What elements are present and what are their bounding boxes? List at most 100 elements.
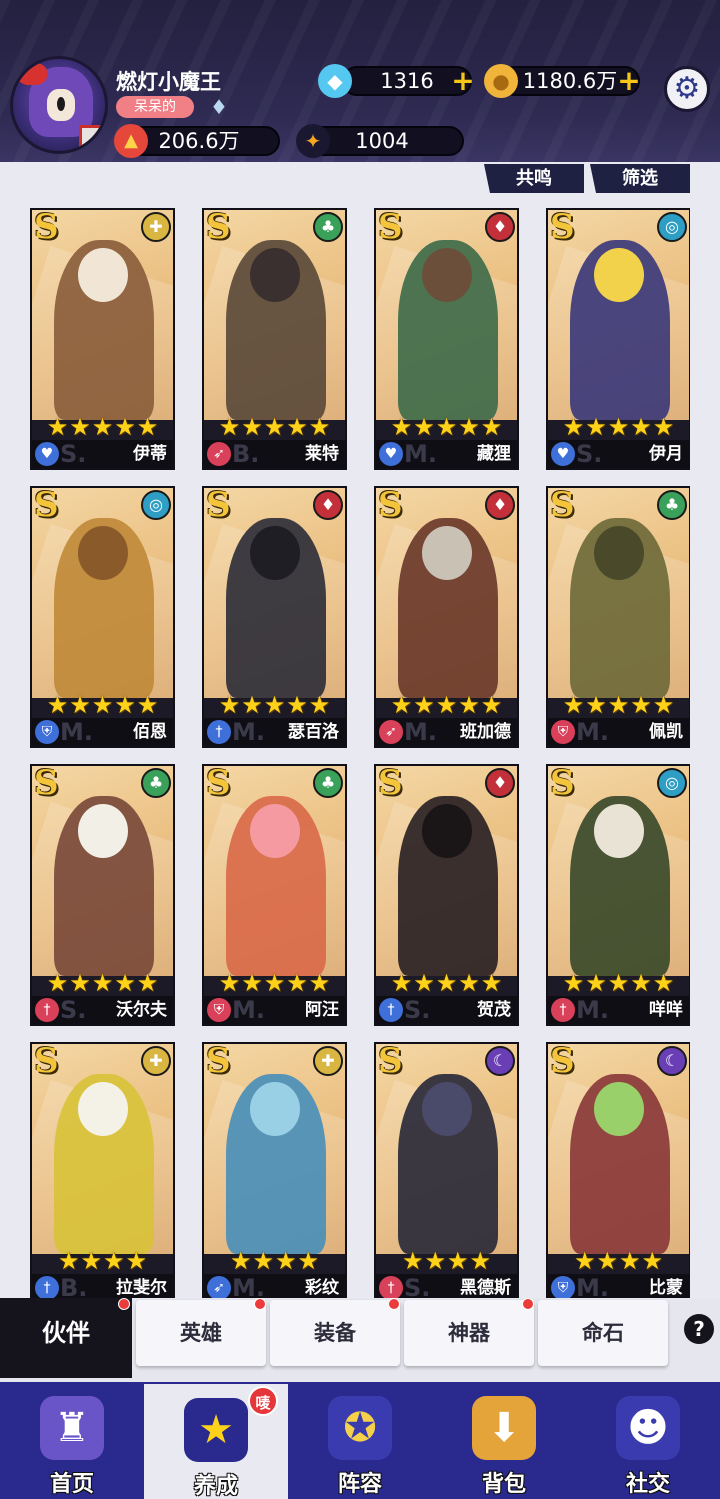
hero-card[interactable]: S ◎ ★ ★ ★ ★ ★ † M. 咩咩 [546, 764, 690, 1026]
player-avatar[interactable] [10, 56, 108, 154]
star-icon: ★ [469, 1247, 492, 1275]
tier-mark: S. [404, 996, 431, 1024]
star-rating: ★ ★ ★ ★ ★ [548, 414, 689, 440]
tier-mark: S. [60, 440, 87, 468]
star-icon: ★ [136, 691, 159, 719]
star-icon: ★ [241, 691, 263, 719]
star-icon: ★ [458, 969, 480, 997]
avatar-gift [79, 125, 105, 151]
flame-icon: ▲ [114, 124, 148, 158]
hero-name: 彩纹 [305, 1278, 339, 1298]
hero-nameplate: ⛨ M. 比蒙 [548, 1274, 689, 1298]
tab-partners[interactable]: 伙伴 [0, 1298, 132, 1378]
hero-head [78, 248, 128, 302]
star-icon: ★ [275, 1247, 297, 1275]
nav-home[interactable]: ♜ 首页 [0, 1382, 144, 1499]
add-gold-button[interactable]: + [616, 67, 642, 95]
star-icon: ★ [596, 1247, 618, 1275]
star-icon: ★ [136, 969, 159, 997]
diamond-icon: ◆ [318, 64, 352, 98]
star-icon: ★ [114, 413, 136, 441]
hero-head [250, 248, 300, 302]
hero-card[interactable]: S ♦ ★ ★ ★ ★ ★ ♥ M. 藏狸 [374, 208, 519, 470]
hero-card[interactable]: S ◎ ★ ★ ★ ★ ★ ♥ S. 伊月 [546, 208, 690, 470]
player-header: 燃灯小魔王 呆呆的 ♦ 1316 ◆ + 1180.6万 ● + 206.6万 … [0, 0, 720, 162]
add-diamond-button[interactable]: + [450, 67, 476, 95]
forest-icon: ♣ [313, 768, 343, 798]
star-icon: ★ [390, 691, 413, 719]
star-icon: ★ [297, 1247, 320, 1275]
tab-artifacts[interactable]: 神器 [404, 1300, 534, 1366]
nav-social[interactable]: ☻ 社交 [576, 1382, 720, 1499]
grade-badge: S [550, 764, 575, 803]
star-icon: ★ [562, 413, 585, 441]
hero-head [250, 804, 300, 858]
hero-name: 班加德 [460, 722, 511, 742]
star-icon: ★ [458, 691, 480, 719]
hero-card[interactable]: S ✚ ★ ★ ★ ★ ★ ♥ S. 伊蒂 [30, 208, 175, 470]
star-icon: ★ [652, 413, 675, 441]
tab-fate-stones[interactable]: 命石 [538, 1300, 668, 1366]
nav-upgrade[interactable]: ★ 唛 养成 [144, 1384, 288, 1499]
hero-card[interactable]: S ◎ ★ ★ ★ ★ ★ ⛨ M. 佰恩 [30, 486, 175, 748]
nav-bag[interactable]: ⬇ 背包 [432, 1382, 576, 1499]
hero-card[interactable]: S ♦ ★ ★ ★ ★ ★ † S. 贺茂 [374, 764, 519, 1026]
grade-badge: S [206, 208, 231, 247]
star-rating: ★ ★ ★ ★ ★ [204, 692, 345, 718]
star-icon: ★ [46, 413, 69, 441]
hero-card[interactable]: S ♣ ★ ★ ★ ★ ★ ⛨ M. 阿汪 [202, 764, 347, 1026]
hero-card[interactable]: S ☾ ★ ★ ★ ★ ⛨ M. 比蒙 [546, 1042, 690, 1298]
star-rating: ★ ★ ★ ★ [32, 1248, 173, 1274]
star-icon: ★ [435, 969, 458, 997]
help-button[interactable]: ? [684, 1314, 714, 1344]
star-icon: ★ [241, 969, 263, 997]
hero-card[interactable]: S ♦ ★ ★ ★ ★ ★ † M. 瑟百洛 [202, 486, 347, 748]
resonance-button[interactable]: 共鸣 [484, 164, 584, 193]
hero-nameplate: † M. 瑟百洛 [204, 718, 345, 746]
nav-formation[interactable]: ✪ 阵容 [288, 1382, 432, 1499]
hero-card[interactable]: S ☾ ★ ★ ★ ★ † S. 黑德斯 [374, 1042, 519, 1298]
hero-card[interactable]: S ✚ ★ ★ ★ ★ † B. 拉斐尔 [30, 1042, 175, 1298]
hero-card[interactable]: S ♣ ★ ★ ★ ★ ★ † S. 沃尔夫 [30, 764, 175, 1026]
sword-icon: † [551, 998, 575, 1022]
star-rating: ★ ★ ★ ★ ★ [32, 970, 173, 996]
filter-button[interactable]: 筛选 [590, 164, 690, 193]
castle-icon: ♜ [40, 1396, 104, 1460]
star-rating: ★ ★ ★ ★ [376, 1248, 517, 1274]
player-title-badge[interactable]: 呆呆的 [116, 96, 194, 118]
vip-diamond-icon[interactable]: ♦ [208, 96, 230, 118]
tier-mark: S. [576, 440, 603, 468]
star-icon: ★ [46, 691, 69, 719]
star-icon: ★ [263, 691, 286, 719]
hero-card[interactable]: S ♦ ★ ★ ★ ★ ★ ➶ M. 班加德 [374, 486, 519, 748]
hero-card[interactable]: S ✚ ★ ★ ★ ★ ➶ M. 彩纹 [202, 1042, 347, 1298]
tab-equipment[interactable]: 装备 [270, 1300, 400, 1366]
fire-icon: ♦ [485, 768, 515, 798]
grade-badge: S [378, 486, 403, 525]
hero-card[interactable]: S ♣ ★ ★ ★ ★ ★ ➶ B. 莱特 [202, 208, 347, 470]
settings-gear-icon[interactable]: ⚙ [664, 66, 710, 112]
hero-head [250, 526, 300, 580]
star-rating: ★ ★ ★ ★ [204, 1248, 345, 1274]
hero-card[interactable]: S ♣ ★ ★ ★ ★ ★ ⛨ M. 佩凯 [546, 486, 690, 748]
grade-badge: S [206, 764, 231, 803]
tier-mark: S. [60, 996, 87, 1024]
heroes-red-dot [254, 1298, 266, 1310]
grade-badge: S [378, 208, 403, 247]
hero-head [594, 248, 644, 302]
artifacts-red-dot [522, 1298, 534, 1310]
hero-head [250, 1082, 300, 1136]
star-icon: ★ [241, 413, 263, 441]
hero-nameplate: ⛨ M. 阿汪 [204, 996, 345, 1024]
light-icon: ✚ [313, 1046, 343, 1076]
tab-heroes[interactable]: 英雄 [136, 1300, 266, 1366]
grade-badge: S [206, 1042, 231, 1081]
energy-value: 1004 [355, 129, 409, 153]
light-icon: ✚ [141, 212, 171, 242]
star-upgrade-icon: ★ [184, 1398, 248, 1462]
gold-coin-icon: ● [484, 64, 518, 98]
tier-mark: M. [404, 440, 437, 468]
hero-name: 伊月 [649, 444, 683, 464]
tier-mark: B. [232, 440, 260, 468]
hero-nameplate: † B. 拉斐尔 [32, 1274, 173, 1298]
